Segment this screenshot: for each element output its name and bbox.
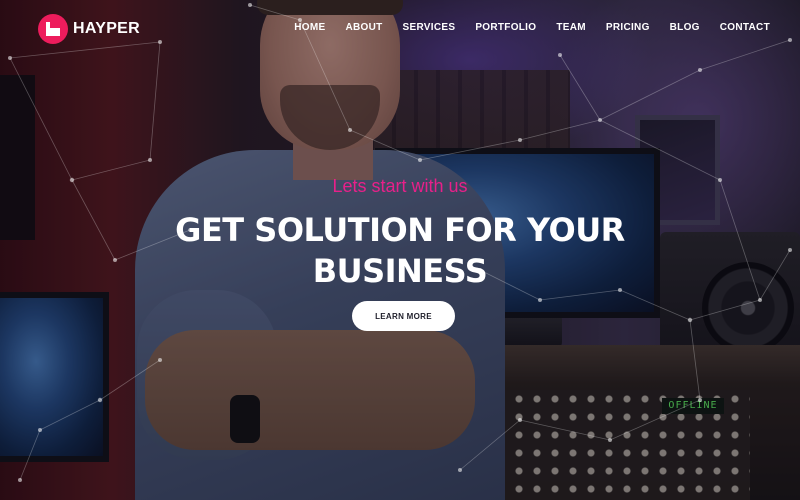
nav-item-pricing[interactable]: PRICING: [606, 22, 650, 33]
brand-logo[interactable]: HAYPER: [38, 14, 140, 44]
hero-headline: GET SOLUTION FOR YOUR BUSINESS: [175, 211, 625, 290]
nav-item-about[interactable]: ABOUT: [345, 22, 382, 33]
hero-section: OFFLINE HAYPER HOME ABOUT SERVICES PORTF…: [0, 0, 800, 500]
learn-more-button[interactable]: LEARN MORE: [352, 301, 455, 331]
main-navbar: HAYPER HOME ABOUT SERVICES PORTFOLIO TEA…: [0, 0, 800, 58]
nav-item-portfolio[interactable]: PORTFOLIO: [475, 22, 536, 33]
nav-menu: HOME ABOUT SERVICES PORTFOLIO TEAM PRICI…: [274, 22, 770, 33]
brand-name: HAYPER: [73, 20, 141, 37]
square-in-circle-logo-icon: [38, 14, 68, 44]
nav-item-home[interactable]: HOME: [294, 22, 325, 33]
hero-content: Lets start with us GET SOLUTION FOR YOUR…: [0, 174, 800, 292]
nav-item-services[interactable]: SERVICES: [403, 22, 456, 33]
nav-item-team[interactable]: TEAM: [556, 22, 586, 33]
nav-item-contact[interactable]: CONTACT: [720, 22, 770, 33]
hero-tagline: Lets start with us: [332, 176, 468, 196]
nav-item-blog[interactable]: BLOG: [670, 22, 700, 33]
